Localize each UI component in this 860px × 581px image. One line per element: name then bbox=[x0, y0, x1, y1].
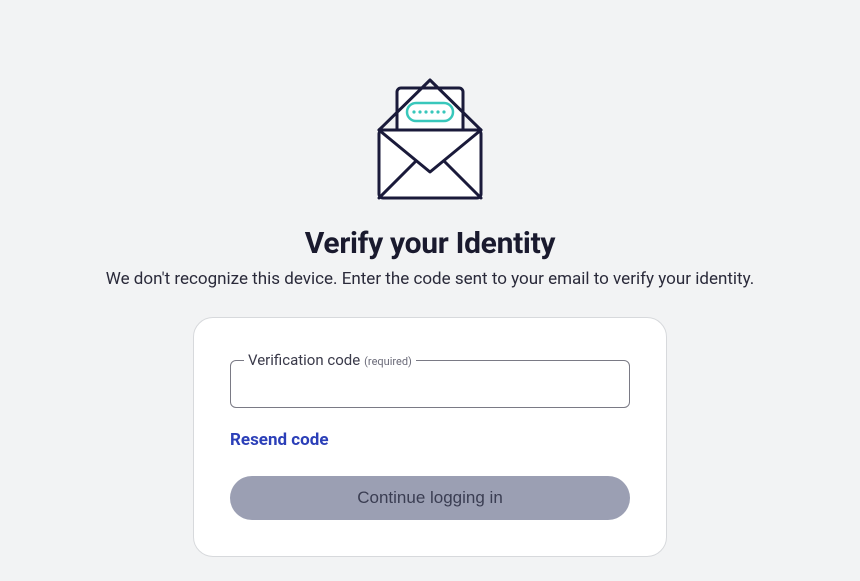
envelope-code-icon bbox=[355, 70, 505, 214]
resend-code-link[interactable]: Resend code bbox=[230, 430, 329, 450]
verification-code-label: Verification code (required) bbox=[244, 351, 416, 369]
verification-card: Verification code (required) Resend code… bbox=[193, 317, 667, 557]
page-subtitle: We don't recognize this device. Enter th… bbox=[106, 269, 755, 289]
verification-code-required-hint: (required) bbox=[364, 355, 412, 368]
page-title: Verify your Identity bbox=[305, 226, 555, 261]
verification-code-field-wrap: Verification code (required) bbox=[230, 360, 630, 408]
continue-button[interactable]: Continue logging in bbox=[230, 476, 630, 520]
verification-code-label-text: Verification code bbox=[248, 351, 360, 369]
